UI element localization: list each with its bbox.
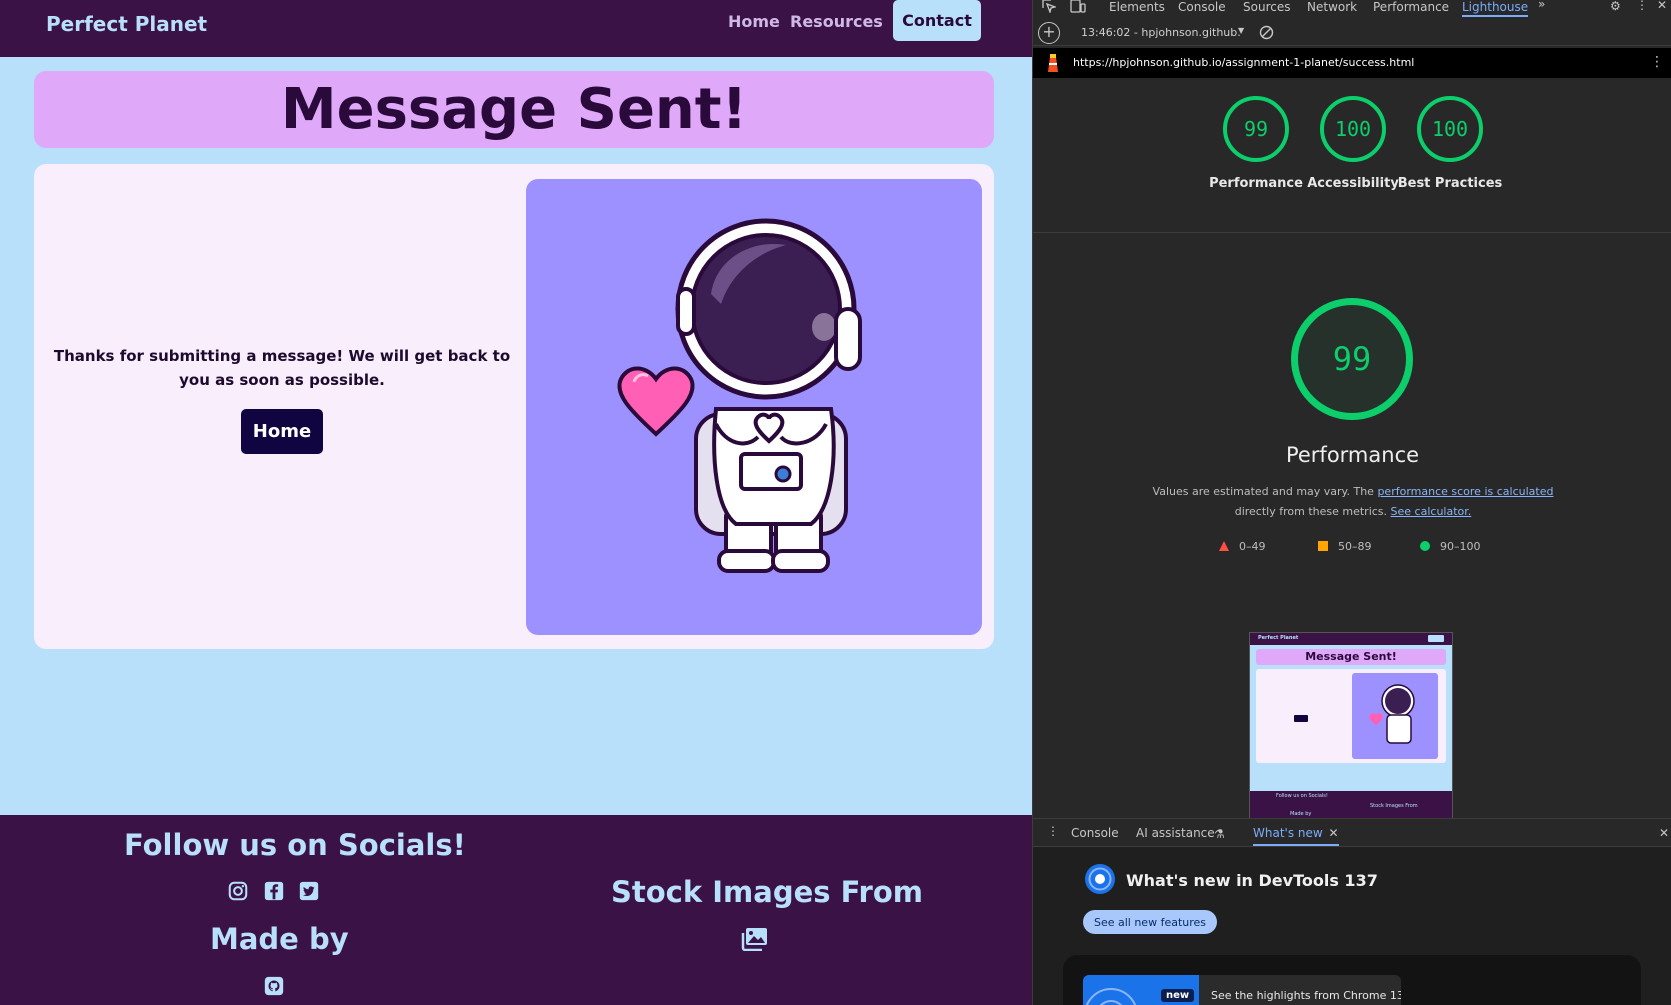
score-calculated-link[interactable]: performance score is calculated: [1377, 485, 1553, 498]
drawer-tab-whats-new[interactable]: What's new ✕: [1253, 826, 1339, 846]
lighthouse-logo-icon: [1045, 53, 1061, 73]
audited-url[interactable]: https://hpjohnson.github.io/assignment-1…: [1073, 56, 1414, 69]
best-practices-score-gauge[interactable]: 100: [1417, 96, 1483, 162]
twitter-icon[interactable]: [298, 880, 320, 902]
highlight-card: new See the highlights from Chrome 137: [1063, 955, 1641, 1005]
accessibility-score-label: Accessibility: [1307, 176, 1399, 191]
highlight-banner[interactable]: new See the highlights from Chrome 137: [1083, 975, 1401, 1005]
legend-pass: 90–100: [1420, 540, 1481, 553]
see-all-features-button[interactable]: See all new features: [1083, 910, 1217, 934]
new-report-icon[interactable]: +: [1038, 22, 1060, 44]
drawer-tab-console[interactable]: Console: [1071, 826, 1119, 840]
page-title: Message Sent!: [280, 77, 748, 142]
github-icon[interactable]: [263, 975, 285, 997]
thumb-header: Perfect Planet: [1250, 633, 1452, 645]
section-divider: [1033, 232, 1671, 233]
more-options-icon[interactable]: ⋮: [1636, 0, 1648, 12]
lighthouse-toolbar: + 13:46:02 - hpjohnson.github. ▼: [1033, 20, 1671, 46]
settings-gear-icon[interactable]: ⚙: [1610, 0, 1621, 13]
heart-icon: [617, 366, 695, 437]
legend-pass-label: 90–100: [1440, 540, 1481, 553]
url-more-options-icon[interactable]: ⋮: [1650, 54, 1664, 70]
site-header: Perfect Planet Home Resources Contact: [0, 0, 1032, 57]
accessibility-score-gauge[interactable]: 100: [1320, 96, 1386, 162]
description-text-2: directly from these metrics.: [1234, 505, 1391, 518]
performance-heading: Performance: [1285, 443, 1420, 467]
thumb-made-by: Made by: [1290, 811, 1312, 817]
whats-new-title: What's new in DevTools 137: [1126, 871, 1378, 890]
best-practices-score-label: Best Practices: [1397, 176, 1503, 191]
nav-contact-button[interactable]: Contact: [893, 0, 981, 41]
performance-score-label: Performance: [1209, 176, 1303, 191]
nav-home-link[interactable]: Home: [728, 12, 780, 31]
chevron-down-icon[interactable]: ▼: [1238, 26, 1244, 35]
legend-average: 50–89: [1318, 540, 1372, 553]
instagram-icon[interactable]: [227, 880, 249, 902]
close-devtools-icon[interactable]: ✕: [1657, 0, 1667, 12]
legend-fail: 0–49: [1219, 540, 1266, 553]
facebook-icon[interactable]: [263, 880, 285, 902]
tab-console[interactable]: Console: [1178, 0, 1226, 14]
audited-url-bar: https://hpjohnson.github.io/assignment-1…: [1033, 48, 1671, 78]
chrome-banner-art: new: [1083, 975, 1199, 1005]
devtools-drawer: ⋮ Console AI assistance ⚗ What's new ✕ ✕…: [1033, 818, 1671, 1005]
drawer-tab-ai-assistance[interactable]: AI assistance: [1136, 826, 1215, 840]
thumb-footer: Follow us on Socials! Stock Images From …: [1250, 791, 1452, 819]
highlight-text: See the highlights from Chrome 137: [1211, 989, 1401, 1002]
clear-reports-icon[interactable]: [1259, 25, 1274, 40]
inspect-element-icon[interactable]: [1042, 0, 1058, 15]
home-button[interactable]: Home: [241, 409, 323, 454]
devtools-panel: Elements Console Sources Network Perform…: [1032, 0, 1671, 1005]
report-selector[interactable]: 13:46:02 - hpjohnson.github.: [1081, 26, 1241, 39]
tab-lighthouse[interactable]: Lighthouse: [1462, 0, 1529, 17]
socials-heading: Follow us on Socials!: [124, 828, 466, 862]
thumb-home: [1294, 715, 1308, 722]
thumb-contact: [1428, 635, 1444, 642]
made-by-heading: Made by: [210, 922, 349, 956]
drawer-menu-icon[interactable]: ⋮: [1047, 824, 1059, 838]
new-badge: new: [1161, 989, 1195, 1002]
flask-icon: ⚗: [1214, 827, 1225, 841]
device-toolbar-icon[interactable]: [1070, 0, 1088, 13]
site-footer: Follow us on Socials! Made by Stock Imag…: [0, 815, 1032, 1005]
circle-icon: [1420, 541, 1430, 551]
images-icon[interactable]: [740, 927, 768, 951]
square-icon: [1318, 541, 1328, 551]
drawer-tabbar: ⋮ Console AI assistance ⚗ What's new ✕ ✕: [1033, 819, 1671, 847]
tab-elements[interactable]: Elements: [1109, 0, 1165, 14]
astronaut-illustration: [526, 179, 982, 635]
thumb-art: [1352, 673, 1438, 759]
tab-sources[interactable]: Sources: [1243, 0, 1290, 14]
thumb-card: [1256, 669, 1446, 763]
confirmation-message: Thanks for submitting a message! We will…: [53, 347, 511, 389]
devtools-tabbar: Elements Console Sources Network Perform…: [1033, 0, 1671, 17]
legend-fail-label: 0–49: [1239, 540, 1266, 553]
page-screenshot-thumbnail[interactable]: Perfect Planet Message Sent! Follow us o…: [1249, 632, 1453, 820]
thumb-stock: Stock Images From: [1370, 803, 1418, 809]
chrome-devtools-logo-icon: [1084, 863, 1116, 895]
website-viewport: Perfect Planet Home Resources Contact Me…: [0, 0, 1032, 1005]
nav-resources-link[interactable]: Resources: [790, 12, 883, 31]
page-title-banner: Message Sent!: [34, 71, 994, 148]
performance-score-gauge[interactable]: 99: [1223, 96, 1289, 162]
brand-logo[interactable]: Perfect Planet: [46, 12, 207, 36]
see-calculator-link[interactable]: See calculator.: [1391, 505, 1472, 518]
drawer-tab-whats-new-label: What's new: [1253, 826, 1323, 840]
tab-performance[interactable]: Performance: [1373, 0, 1449, 14]
close-drawer-icon[interactable]: ✕: [1659, 826, 1669, 840]
main-performance-gauge: 99: [1291, 298, 1413, 420]
tab-network[interactable]: Network: [1307, 0, 1357, 14]
message-card: Thanks for submitting a message! We will…: [34, 164, 994, 649]
stock-images-heading: Stock Images From: [611, 875, 924, 909]
thumb-title: Message Sent!: [1256, 649, 1446, 665]
thumb-brand: Perfect Planet: [1258, 635, 1299, 641]
performance-description: Values are estimated and may vary. The p…: [1143, 482, 1563, 522]
thumb-socials: Follow us on Socials!: [1276, 793, 1328, 799]
description-text: Values are estimated and may vary. The: [1152, 485, 1378, 498]
close-tab-icon[interactable]: ✕: [1329, 826, 1339, 840]
more-tabs-icon[interactable]: »: [1538, 0, 1545, 11]
triangle-icon: [1219, 541, 1229, 551]
legend-average-label: 50–89: [1338, 540, 1372, 553]
